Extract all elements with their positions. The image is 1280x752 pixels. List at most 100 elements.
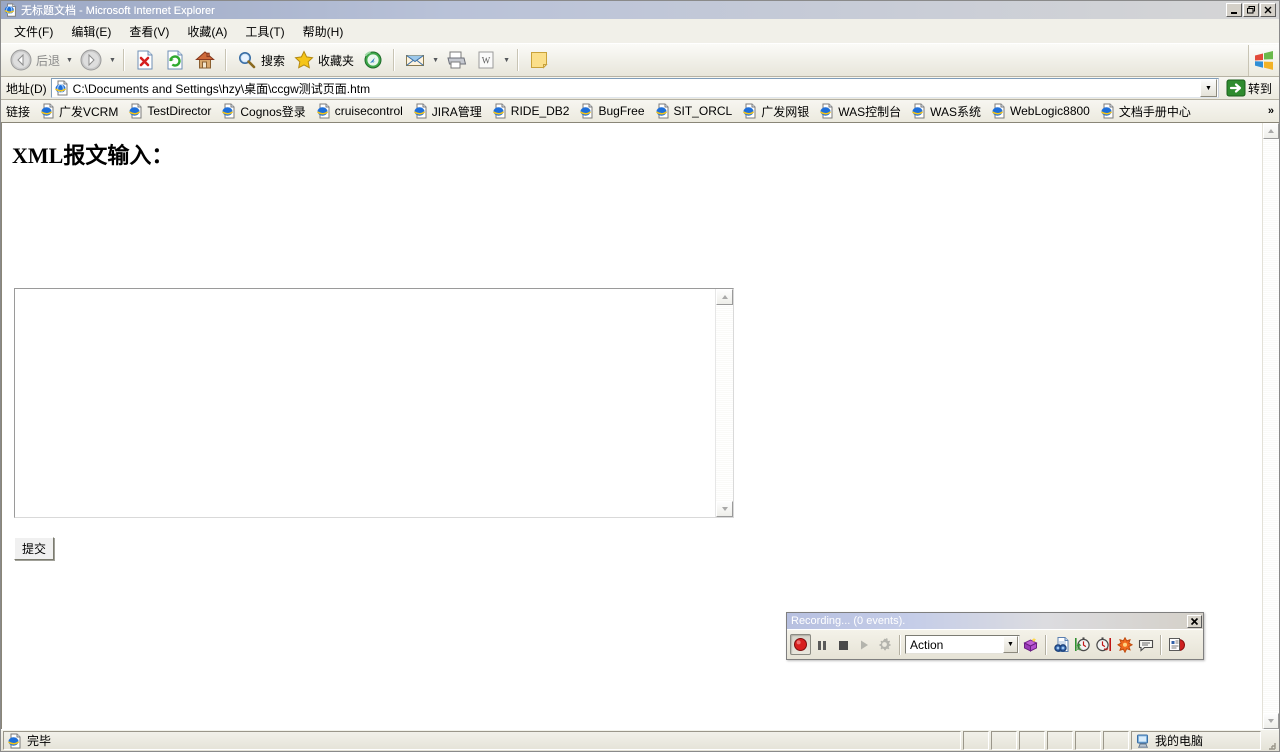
- record-button[interactable]: [790, 634, 811, 655]
- mail-dropdown-arrow[interactable]: ▼: [430, 48, 441, 72]
- ie-page-icon: [579, 103, 595, 119]
- recording-separator-2: [1045, 634, 1047, 655]
- stop-icon: [137, 50, 153, 70]
- comment-button[interactable]: [1135, 634, 1156, 655]
- scroll-down-button[interactable]: [716, 501, 733, 517]
- link-label: cruisecontrol: [334, 104, 403, 118]
- forward-dropdown-arrow[interactable]: ▼: [107, 48, 118, 72]
- stop-button[interactable]: [130, 45, 160, 75]
- toolbar-separator-2: [225, 49, 228, 71]
- link-item[interactable]: SIT_ORCL: [650, 100, 738, 122]
- favorites-button[interactable]: 收藏夹: [289, 45, 358, 75]
- resize-grip[interactable]: [1263, 731, 1277, 750]
- menu-favorites[interactable]: 收藏(A): [178, 20, 236, 43]
- textarea-text[interactable]: [15, 289, 715, 517]
- chevron-up-icon: [721, 295, 728, 299]
- checkpoint-button[interactable]: [1051, 634, 1072, 655]
- link-label: Cognos登录: [240, 104, 306, 119]
- xml-input-textarea[interactable]: [14, 288, 734, 518]
- address-bar: 地址(D) C:\Documents and Settings\hzy\桌面\c…: [1, 77, 1279, 100]
- forward-button[interactable]: [75, 45, 107, 75]
- link-item[interactable]: 广发网银: [737, 100, 814, 122]
- page-scroll-down-button[interactable]: [1263, 713, 1279, 729]
- insert-step-button[interactable]: [1114, 634, 1135, 655]
- refresh-button[interactable]: [160, 45, 190, 75]
- link-item[interactable]: BugFree: [574, 100, 649, 122]
- home-button[interactable]: [190, 45, 220, 75]
- chevron-down-icon: [1268, 719, 1274, 723]
- recording-titlebar: Recording... (0 events).: [787, 613, 1203, 629]
- link-item[interactable]: cruisecontrol: [311, 100, 408, 122]
- page-scroll-up-button[interactable]: [1263, 123, 1279, 139]
- link-item[interactable]: WAS控制台: [814, 100, 906, 122]
- end-transaction-button[interactable]: [1093, 634, 1114, 655]
- pause-bars-icon: [817, 640, 826, 650]
- checkpoint-binoculars-icon: [1054, 637, 1069, 652]
- toolbar-separator-3: [393, 49, 396, 71]
- links-overflow-button[interactable]: »: [1263, 105, 1277, 117]
- close-button[interactable]: [1260, 3, 1276, 17]
- action-select[interactable]: Action ▼: [905, 635, 1020, 654]
- back-button[interactable]: 后退: [5, 45, 64, 75]
- menu-view[interactable]: 查看(V): [120, 20, 178, 43]
- menu-help[interactable]: 帮助(H): [294, 20, 353, 43]
- word-edit-icon: W: [478, 51, 494, 69]
- ie-page-icon: [492, 103, 508, 119]
- link-label: 广发VCRM: [59, 104, 119, 119]
- recording-close-button[interactable]: [1187, 614, 1202, 628]
- print-button[interactable]: [441, 45, 471, 75]
- restore-button[interactable]: [1243, 3, 1259, 17]
- start-transaction-button[interactable]: [1072, 634, 1093, 655]
- link-item[interactable]: TestDirector: [123, 100, 216, 122]
- search-button[interactable]: 搜索: [232, 45, 289, 75]
- toolbar-separator-4: [517, 49, 520, 71]
- link-label: BugFree: [598, 104, 645, 118]
- address-dropdown-button[interactable]: ▼: [1199, 79, 1217, 97]
- ie-page-icon: [991, 103, 1007, 119]
- ie-page-icon: [316, 103, 332, 119]
- link-item[interactable]: Cognos登录: [216, 100, 310, 122]
- scroll-up-button[interactable]: [716, 289, 733, 305]
- insert-action-button[interactable]: [1020, 634, 1041, 655]
- link-item[interactable]: JIRA管理: [408, 100, 487, 122]
- link-item[interactable]: 文档手册中心: [1095, 100, 1196, 122]
- back-dropdown-arrow[interactable]: ▼: [64, 48, 75, 72]
- edit-dropdown-arrow[interactable]: ▼: [501, 48, 512, 72]
- home-icon: [195, 51, 215, 69]
- purple-box-icon: [1023, 637, 1038, 652]
- link-item[interactable]: 广发VCRM: [35, 100, 123, 122]
- record-circle-icon: [794, 638, 807, 651]
- menu-tools[interactable]: 工具(T): [236, 20, 293, 43]
- stop-button[interactable]: [832, 634, 853, 655]
- menu-edit[interactable]: 编辑(E): [62, 20, 120, 43]
- my-computer-icon: [1135, 733, 1151, 749]
- ie-page-icon: [819, 103, 835, 119]
- link-item[interactable]: WAS系统: [906, 100, 986, 122]
- link-label: SIT_ORCL: [673, 104, 733, 118]
- toolbar-right-area: [1248, 44, 1279, 77]
- go-button[interactable]: 转到: [1223, 77, 1277, 100]
- page-scrollbar[interactable]: [1262, 123, 1279, 729]
- back-arrow-icon: [10, 49, 32, 71]
- run-button[interactable]: [853, 634, 874, 655]
- notes-button[interactable]: [524, 45, 554, 75]
- edit-button[interactable]: W: [471, 45, 501, 75]
- history-button[interactable]: [358, 45, 388, 75]
- textarea-scrollbar[interactable]: [715, 289, 733, 517]
- action-select-arrow[interactable]: ▼: [1003, 636, 1018, 653]
- favorites-label: 收藏夹: [318, 53, 355, 68]
- menubar-filler: [352, 19, 1279, 43]
- menu-file[interactable]: 文件(F): [5, 20, 62, 43]
- active-screen-button[interactable]: [1166, 634, 1187, 655]
- mail-button[interactable]: [400, 45, 430, 75]
- pause-button[interactable]: [811, 634, 832, 655]
- link-item[interactable]: RIDE_DB2: [487, 100, 575, 122]
- star-icon: [294, 50, 314, 69]
- minimize-button[interactable]: [1226, 3, 1242, 17]
- ie-page-icon: [221, 103, 237, 119]
- link-item[interactable]: WebLogic8800: [986, 100, 1095, 122]
- security-zone-pane[interactable]: 我的电脑: [1131, 731, 1261, 750]
- submit-button[interactable]: 提交: [14, 537, 55, 560]
- address-input[interactable]: C:\Documents and Settings\hzy\桌面\ccgw测试页…: [50, 78, 1219, 98]
- settings-button[interactable]: [874, 634, 895, 655]
